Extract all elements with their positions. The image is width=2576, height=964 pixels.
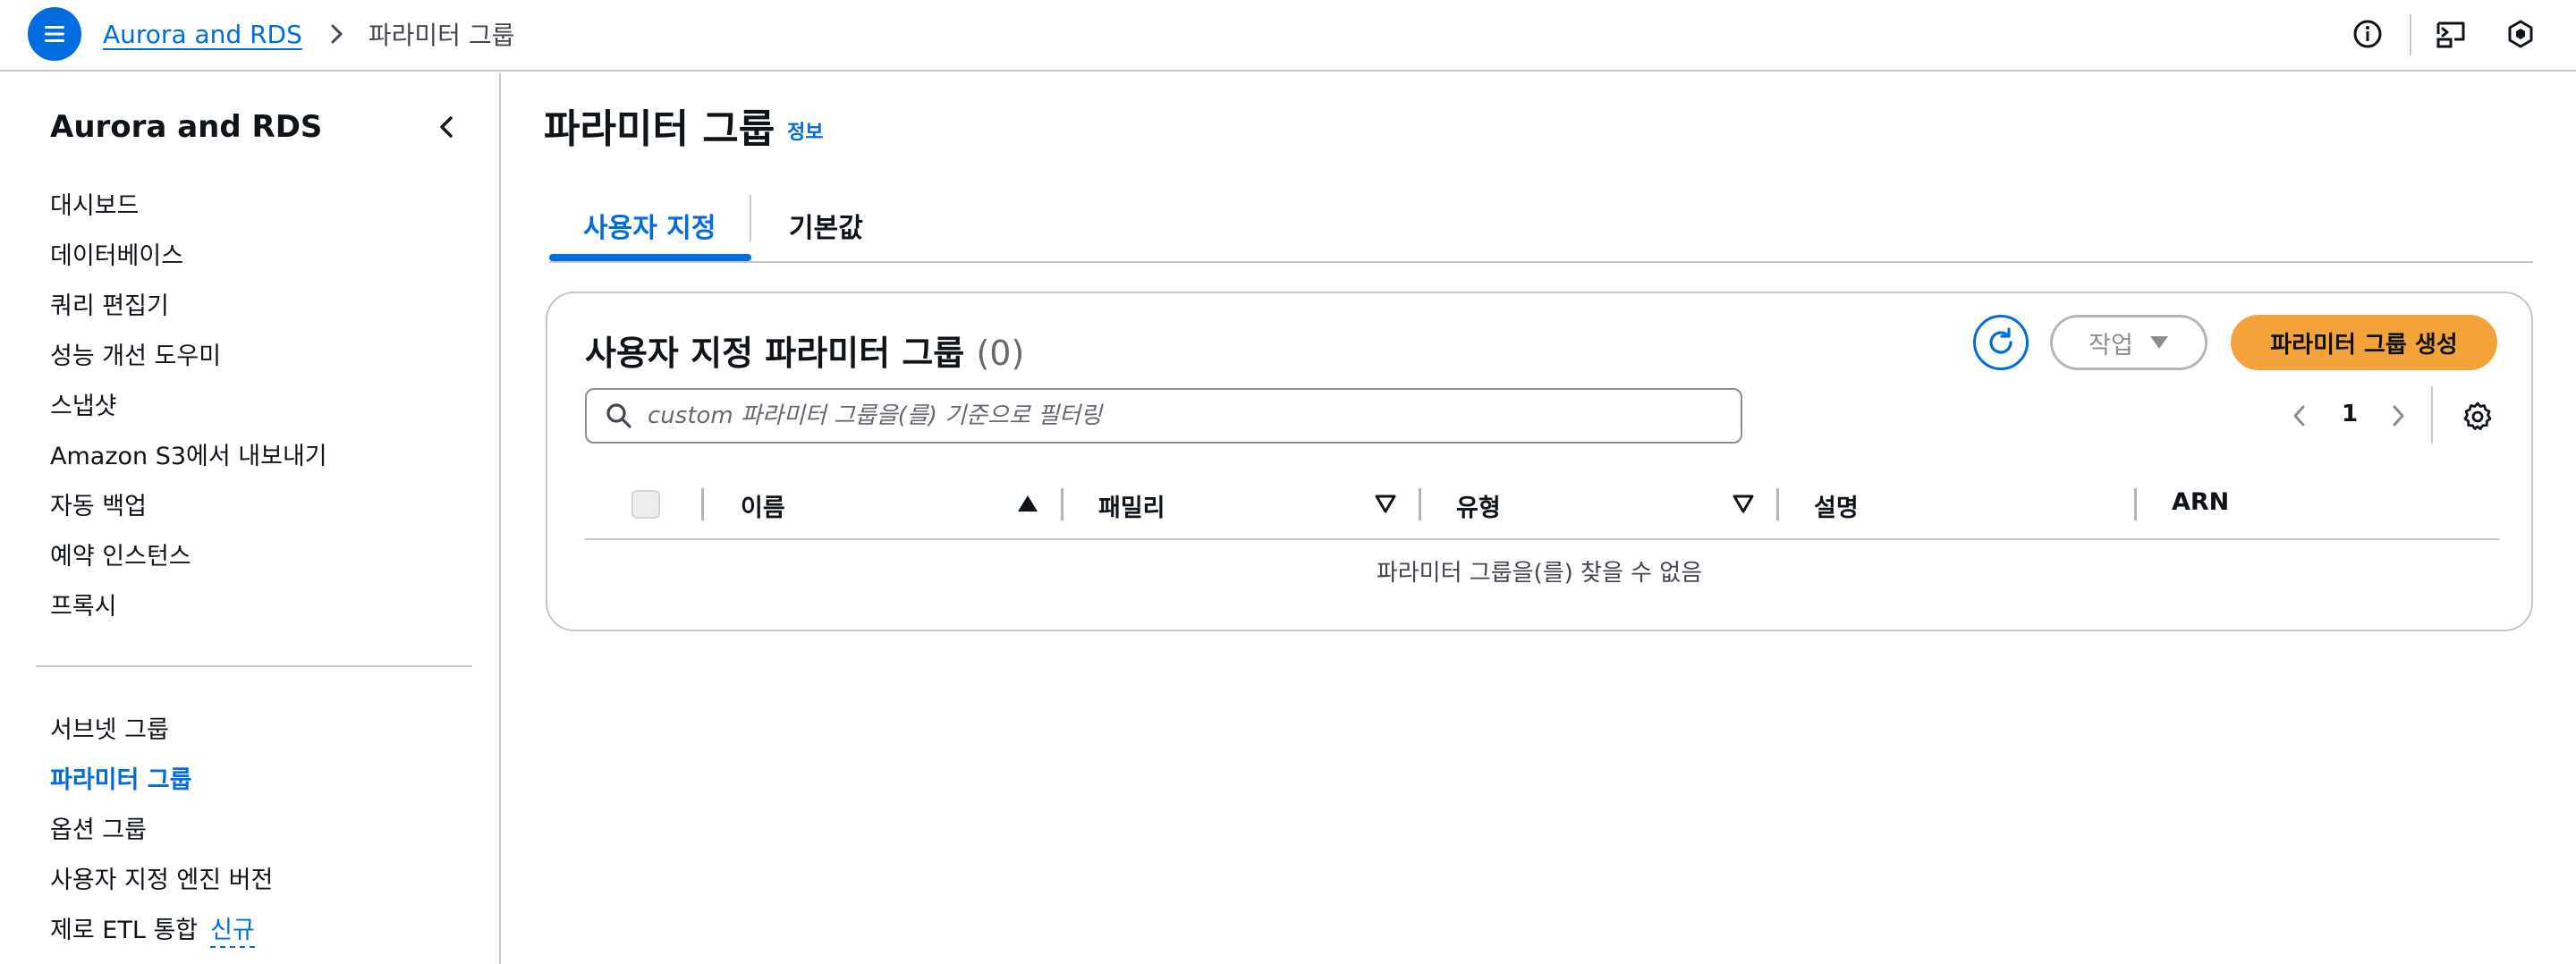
new-badge: 신규 [210,917,255,948]
filter-search-input[interactable] [648,402,1721,429]
sidebar-item-proxies[interactable]: 프록시 [50,587,117,622]
pagination-divider [2431,386,2433,444]
filter-search-field[interactable] [585,388,1742,444]
table-count: (0) [976,334,1025,373]
breadcrumb: Aurora and RDS 파라미터 그룹 [103,16,514,52]
chevron-right-icon [331,24,343,44]
tab-separator [750,195,751,241]
actions-label: 작업 [2089,331,2133,359]
sidebar-item-databases[interactable]: 데이터베이스 [50,236,183,271]
chevron-left-icon[interactable] [433,113,462,141]
cloudshell-button[interactable] [2435,18,2467,50]
gear-icon[interactable] [2462,401,2494,433]
sort-ascending-icon[interactable] [1016,492,1039,515]
column-divider [2134,488,2137,520]
search-icon [606,403,631,428]
sidebar-item-parameter-groups[interactable]: 파라미터 그룹 [50,760,191,795]
sidebar-item-snapshots[interactable]: 스냅샷 [50,386,117,421]
column-header-type[interactable]: 유형 [1456,488,1501,523]
page-title: 파라미터 그룹 [544,106,775,152]
chevron-right-icon[interactable] [2385,402,2411,429]
tabs-baseline [549,261,2533,263]
current-page-number[interactable]: 1 [2342,401,2358,427]
sort-icon[interactable] [1374,492,1397,515]
sidebar-item-automated-backups[interactable]: 자동 백업 [50,486,147,521]
column-divider [1419,488,1421,520]
sidebar-item-query-editor[interactable]: 쿼리 편집기 [50,286,169,321]
tab-custom[interactable]: 사용자 지정 [583,199,716,252]
sidebar-item-custom-engine-versions[interactable]: 사용자 지정 엔진 버전 [50,860,273,895]
column-header-family[interactable]: 패밀리 [1098,488,1165,523]
info-button[interactable] [2351,18,2384,50]
actions-dropdown-button[interactable]: 작업 [2050,315,2207,370]
refresh-icon [1989,327,2012,354]
breadcrumb-current: 파라미터 그룹 [368,21,515,50]
column-header-arn: ARN [2172,488,2230,516]
cloudshell-icon [2436,21,2465,48]
empty-state-message: 파라미터 그룹을(를) 찾을 수 없음 [1376,560,1703,587]
sidebar-item-dashboard[interactable]: 대시보드 [50,186,139,221]
top-navigation-bar: Aurora and RDS 파라미터 그룹 [0,0,2576,72]
table-title: 사용자 지정 파라미터 그룹 (0) [585,326,1024,375]
sort-icon[interactable] [1732,492,1755,515]
hamburger-menu-icon [45,26,64,42]
column-header-description: 설명 [1814,495,1859,522]
column-divider [1776,488,1779,520]
active-tab-indicator [549,254,751,261]
sidebar-item-option-groups[interactable]: 옵션 그룹 [50,810,147,845]
sidebar-item-reserved-instances[interactable]: 예약 인스턴스 [50,537,191,571]
column-divider [701,488,704,520]
chevron-left-icon[interactable] [2286,402,2313,429]
sidebar-item-zero-etl-integrations[interactable]: 제로 ETL 통합 신규 [50,910,255,948]
select-all-checkbox[interactable] [631,490,660,519]
create-parameter-group-button[interactable]: 파라미터 그룹 생성 [2231,315,2497,370]
hexagon-status-icon [2508,20,2533,48]
column-header-name[interactable]: 이름 [741,488,785,523]
menu-toggle-button[interactable] [28,7,81,61]
caret-down-icon [2149,336,2168,349]
notifications-button[interactable] [2504,18,2537,50]
sidebar-item-subnet-groups[interactable]: 서브넷 그룹 [50,710,169,745]
table-title-text: 사용자 지정 파라미터 그룹 [585,334,965,373]
sidebar-item-s3-exports[interactable]: Amazon S3에서 내보내기 [50,436,327,471]
sidebar-item-performance-insights[interactable]: 성능 개선 도우미 [50,336,221,371]
side-navigation: Aurora and RDS 대시보드 데이터베이스 쿼리 편집기 성능 개선 … [0,73,501,964]
sidebar-title: Aurora and RDS [50,109,323,145]
breadcrumb-link-aurora-rds[interactable]: Aurora and RDS [103,20,302,49]
info-link[interactable]: 정보 [787,116,823,145]
table-header-row: 이름 패밀리 유형 설명 ARN [585,469,2499,540]
column-divider [1061,488,1063,520]
parameter-groups-table-container: 사용자 지정 파라미터 그룹 (0) 작업 파라미터 그룹 생성 1 [546,292,2533,631]
info-icon [2353,20,2382,48]
sidebar-item-label: 제로 ETL 통합 [50,917,199,944]
refresh-button[interactable] [1973,315,2029,370]
tab-default[interactable]: 기본값 [789,199,863,252]
topbar-divider [2410,14,2411,55]
sidebar-divider [36,665,472,667]
